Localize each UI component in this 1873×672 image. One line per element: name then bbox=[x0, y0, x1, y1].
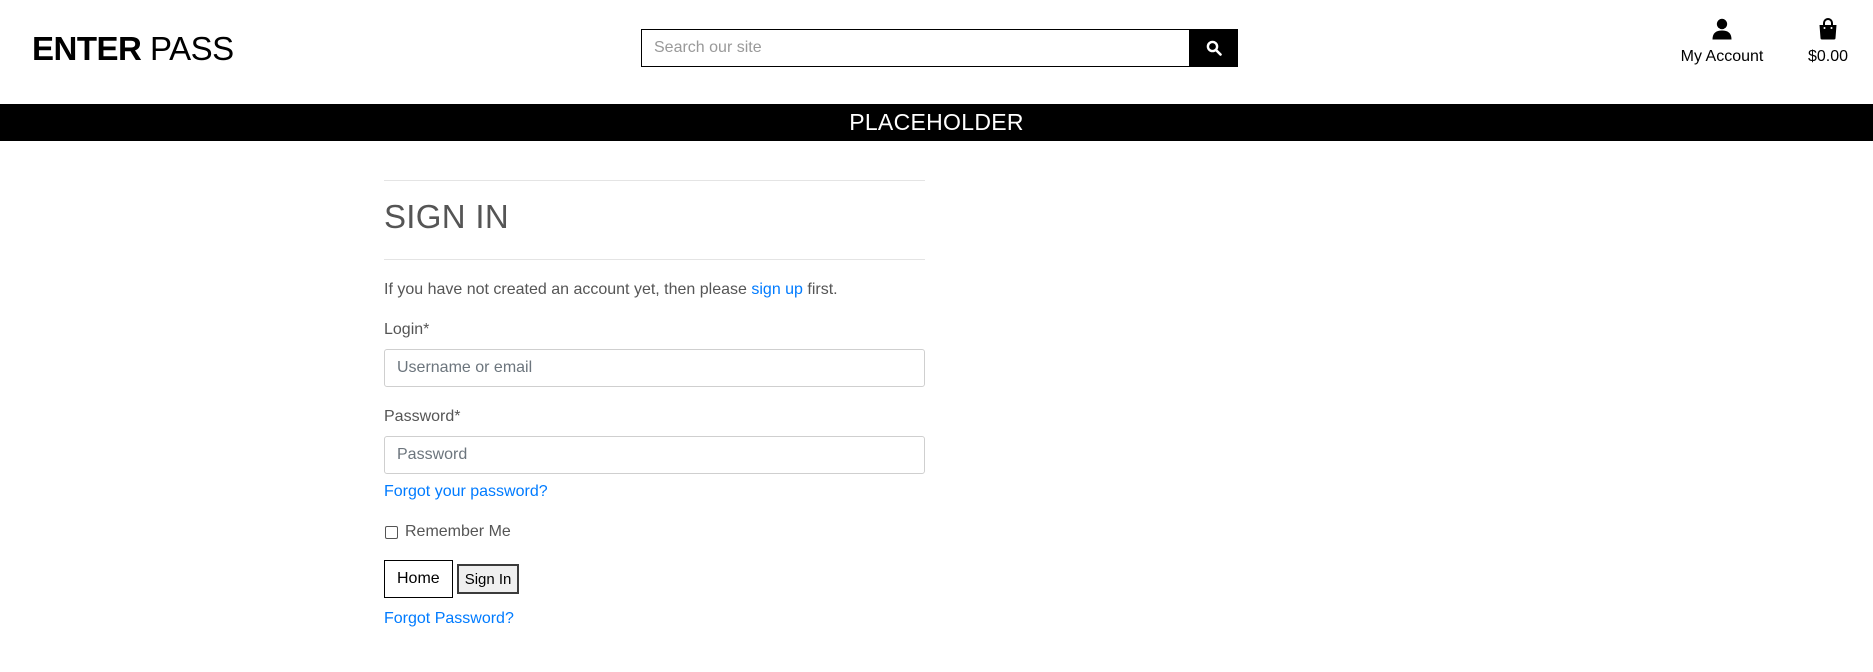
my-account-link[interactable]: My Account bbox=[1667, 18, 1777, 66]
search-input[interactable] bbox=[641, 29, 1190, 67]
home-button[interactable]: Home bbox=[384, 560, 453, 598]
signup-link[interactable]: sign up bbox=[751, 281, 803, 298]
remember-me-checkbox[interactable] bbox=[385, 525, 398, 539]
password-label: Password* bbox=[384, 408, 461, 425]
promo-banner: PLACEHOLDER bbox=[0, 104, 1873, 141]
search-button[interactable] bbox=[1189, 29, 1238, 67]
bag-total-label: $0.00 bbox=[1807, 48, 1849, 65]
banner-text: PLACEHOLDER bbox=[849, 109, 1024, 135]
search-icon bbox=[1206, 40, 1222, 56]
page: ENTER PASS My Account bbox=[0, 0, 1873, 672]
logo-light-text: PASS bbox=[150, 30, 234, 67]
signup-prompt: If you have not created an account yet, … bbox=[384, 280, 925, 300]
remember-me-label[interactable]: Remember Me bbox=[405, 522, 511, 542]
signin-section: SIGN IN If you have not created an accou… bbox=[384, 180, 925, 629]
title-divider bbox=[384, 259, 925, 260]
my-account-label: My Account bbox=[1680, 48, 1764, 65]
site-logo[interactable]: ENTER PASS bbox=[32, 30, 234, 68]
forgot-password-link-secondary[interactable]: Forgot Password? bbox=[384, 609, 514, 629]
forgot-password-link[interactable]: Forgot your password? bbox=[384, 482, 548, 502]
signup-prompt-text-after: first. bbox=[802, 281, 838, 298]
remember-me-row: Remember Me bbox=[384, 522, 925, 542]
sign-in-button[interactable]: Sign In bbox=[456, 564, 520, 594]
logo-bold-text: ENTER bbox=[32, 30, 142, 67]
search-form bbox=[641, 29, 1238, 67]
top-divider bbox=[384, 180, 925, 181]
signup-prompt-text-before: If you have not created an account yet, … bbox=[384, 281, 752, 298]
shopping-bag-icon bbox=[1819, 18, 1837, 40]
login-field[interactable] bbox=[384, 349, 925, 387]
site-header: ENTER PASS My Account bbox=[0, 0, 1873, 104]
password-field[interactable] bbox=[384, 436, 925, 474]
page-title: SIGN IN bbox=[384, 198, 509, 235]
form-actions: Home Sign In bbox=[384, 560, 925, 598]
shopping-bag-link[interactable]: $0.00 bbox=[1800, 18, 1856, 66]
login-label: Login* bbox=[384, 321, 430, 338]
user-icon bbox=[1712, 18, 1732, 40]
